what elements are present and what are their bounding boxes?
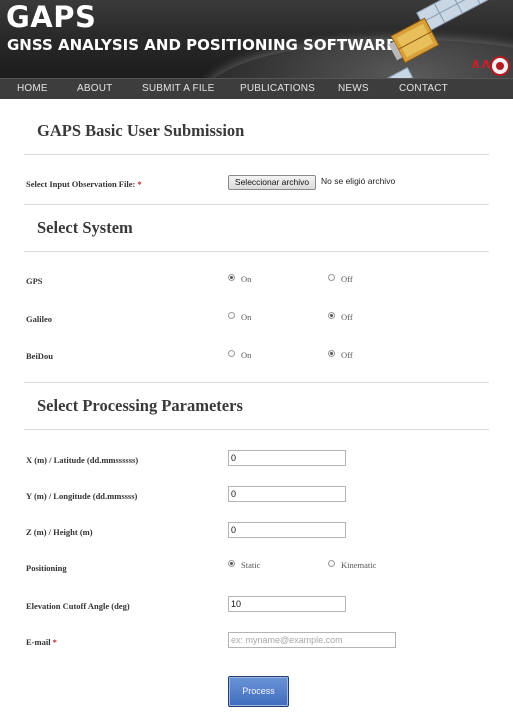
process-button[interactable]: Process: [228, 676, 289, 707]
required-mark: *: [52, 637, 57, 647]
agency-logo-mark: ∧ʌ: [470, 56, 491, 72]
basic-submission-heading: GAPS Basic User Submission: [37, 121, 245, 140]
cutoff-angle-label: Elevation Cutoff Angle (deg): [26, 601, 130, 611]
static-label: Static: [241, 560, 261, 570]
email-label: E-mail: [26, 637, 51, 647]
file-status-text: No se eligió archivo: [321, 176, 396, 186]
beidou-on-radio[interactable]: [228, 350, 235, 357]
beidou-off-label: Off: [341, 350, 353, 360]
kinematic-radio[interactable]: [328, 560, 335, 567]
nav-home[interactable]: HOME: [17, 83, 48, 94]
divider: [24, 154, 489, 155]
gps-off-radio[interactable]: [328, 274, 335, 281]
beidou-on-label: On: [241, 350, 252, 360]
z-height-input[interactable]: [228, 522, 346, 538]
galileo-on-radio[interactable]: [228, 312, 235, 319]
email-input[interactable]: [228, 632, 396, 648]
required-mark: *: [137, 179, 142, 189]
z-height-label: Z (m) / Height (m): [26, 527, 93, 537]
nav-submit-a-file[interactable]: SUBMIT A FILE: [142, 83, 214, 94]
y-longitude-input[interactable]: [228, 486, 346, 502]
divider: [24, 429, 489, 430]
gps-on-label: On: [241, 274, 252, 284]
galileo-on-label: On: [241, 312, 252, 322]
beidou-off-radio[interactable]: [328, 350, 335, 357]
processing-parameters-heading: Select Processing Parameters: [37, 396, 243, 415]
email-label-row: E-mail *: [26, 637, 57, 647]
site-subtitle: GNSS ANALYSIS AND POSITIONING SOFTWARE: [7, 36, 397, 54]
university-seal-icon: [490, 56, 510, 76]
nav-news[interactable]: NEWS: [338, 83, 369, 94]
galileo-off-radio[interactable]: [328, 312, 335, 319]
gps-off-label: Off: [341, 274, 353, 284]
kinematic-label: Kinematic: [341, 560, 377, 570]
positioning-label: Positioning: [26, 563, 67, 573]
select-system-heading: Select System: [37, 218, 133, 237]
site-title: GAPS: [6, 0, 97, 34]
static-radio[interactable]: [228, 560, 235, 567]
nav-contact[interactable]: CONTACT: [399, 83, 448, 94]
cutoff-angle-input[interactable]: [228, 596, 346, 612]
divider: [24, 204, 489, 205]
divider: [24, 382, 489, 383]
galileo-label: Galileo: [26, 314, 52, 324]
gps-label: GPS: [26, 276, 43, 286]
nav-about[interactable]: ABOUT: [77, 83, 112, 94]
divider: [24, 251, 489, 252]
main-nav: HOME ABOUT SUBMIT A FILE PUBLICATIONS NE…: [0, 78, 513, 99]
file-label: Select Input Observation File: *: [26, 179, 142, 189]
file-label-text: Select Input Observation File:: [26, 179, 136, 189]
choose-file-button[interactable]: Seleccionar archivo: [228, 175, 316, 190]
header-banner: GAPS GNSS ANALYSIS AND POSITIONING SOFTW…: [0, 0, 513, 78]
y-longitude-label: Y (m) / Longitude (dd.mmssss): [26, 491, 138, 501]
galileo-off-label: Off: [341, 312, 353, 322]
gps-on-radio[interactable]: [228, 274, 235, 281]
beidou-label: BeiDou: [26, 351, 53, 361]
nav-publications[interactable]: PUBLICATIONS: [240, 83, 315, 94]
x-latitude-input[interactable]: [228, 450, 346, 466]
x-latitude-label: X (m) / Latitude (dd.mmssssss): [26, 455, 139, 465]
